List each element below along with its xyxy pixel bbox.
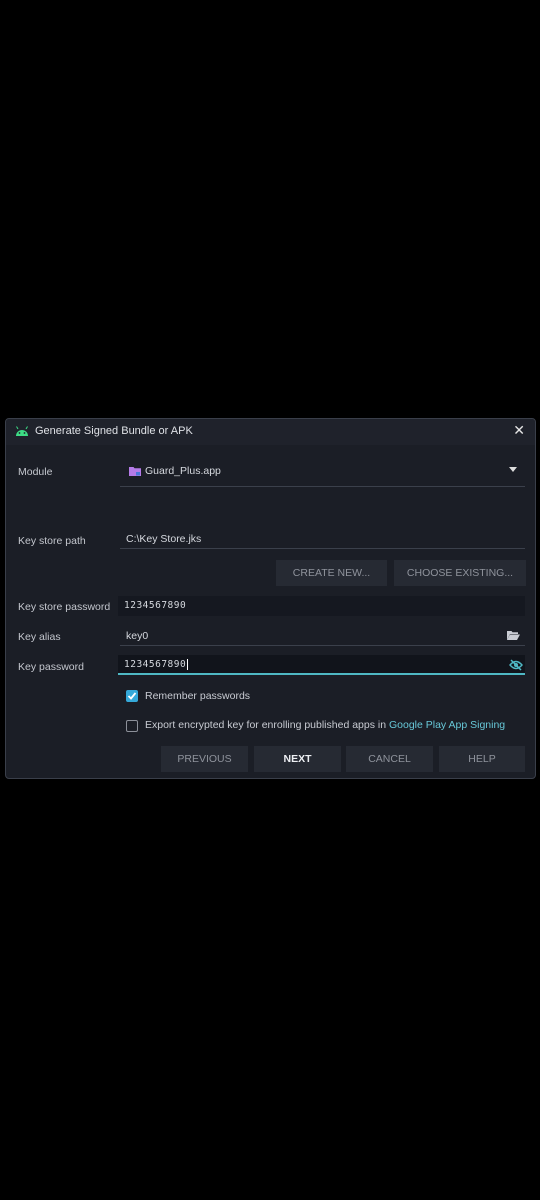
remember-passwords-checkbox[interactable]: [126, 690, 138, 702]
google-play-signing-link[interactable]: Google Play App Signing: [389, 719, 505, 731]
remember-passwords-label[interactable]: Remember passwords: [145, 690, 250, 702]
cancel-button[interactable]: CANCEL: [346, 746, 433, 772]
create-new-button[interactable]: CREATE NEW...: [276, 560, 387, 586]
chevron-down-icon[interactable]: [509, 467, 517, 472]
export-key-text: Export encrypted key for enrolling publi…: [145, 719, 389, 731]
check-icon: [127, 692, 137, 700]
next-button[interactable]: NEXT: [254, 746, 341, 772]
key-password-value: 1234567890: [124, 659, 187, 670]
folder-icon: [129, 467, 141, 476]
export-key-checkbox[interactable]: [126, 720, 138, 732]
keystore-path-field[interactable]: C:\Key Store.jks: [120, 529, 525, 549]
module-label: Module: [18, 466, 53, 478]
help-button[interactable]: HELP: [439, 746, 525, 772]
eye-slash-icon[interactable]: [509, 659, 523, 671]
dialog-title: Generate Signed Bundle or APK: [35, 425, 193, 437]
close-icon[interactable]: ✕: [513, 423, 525, 437]
keystore-password-label: Key store password: [18, 601, 111, 613]
folder-open-icon[interactable]: [507, 630, 520, 640]
keystore-path-label: Key store path: [18, 535, 86, 547]
key-alias-label: Key alias: [18, 631, 61, 643]
key-alias-field[interactable]: key0: [120, 626, 525, 646]
dialog-titlebar: Generate Signed Bundle or APK ✕: [6, 419, 535, 445]
text-caret: [187, 659, 189, 670]
module-dropdown[interactable]: Guard_Plus.app: [120, 459, 525, 487]
key-alias-value: key0: [126, 630, 149, 642]
key-password-field[interactable]: 1234567890: [118, 655, 525, 675]
export-key-label[interactable]: Export encrypted key for enrolling publi…: [145, 719, 505, 731]
key-password-label: Key password: [18, 661, 84, 673]
module-value: Guard_Plus.app: [145, 465, 221, 477]
android-icon: [16, 426, 28, 436]
previous-button[interactable]: PREVIOUS: [161, 746, 248, 772]
choose-existing-button[interactable]: CHOOSE EXISTING...: [394, 560, 526, 586]
generate-signed-dialog: Generate Signed Bundle or APK ✕ Module G…: [5, 418, 536, 779]
keystore-password-field[interactable]: 1234567890: [118, 596, 525, 616]
